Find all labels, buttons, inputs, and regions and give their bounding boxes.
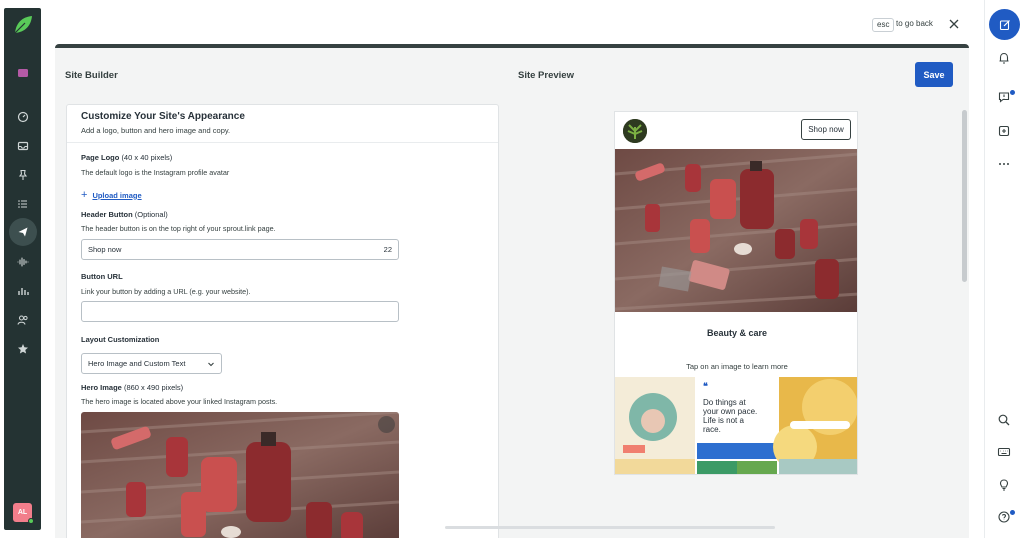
plant-logo-icon	[623, 119, 647, 143]
header-button-optional: (Optional)	[134, 210, 168, 219]
header-button-help: The header button is on the top right of…	[81, 224, 276, 233]
header-button-value: Shop now	[88, 245, 122, 254]
preview-posts: ❝ Do things at your own pace. Life is no…	[615, 377, 857, 474]
help-notification-dot	[1010, 510, 1015, 515]
pin-icon[interactable]	[10, 162, 35, 187]
preview-hero-photo	[615, 149, 857, 312]
listening-icon[interactable]	[10, 249, 35, 274]
edit-icon	[999, 19, 1010, 30]
publishing-icon[interactable]	[8, 218, 37, 246]
reviews-icon[interactable]	[10, 336, 35, 361]
preview-hero-image	[615, 149, 857, 312]
more-icon[interactable]	[997, 157, 1011, 171]
page-logo-label-text: Page Logo	[81, 153, 120, 162]
layout-select[interactable]: Hero Image and Custom Text	[81, 353, 222, 374]
keyboard-icon[interactable]	[997, 445, 1011, 459]
left-nav: AL	[4, 8, 41, 530]
plus-icon: +	[81, 189, 88, 201]
button-url-label: Button URL	[81, 272, 123, 281]
panel-header: Customize Your Site's Appearance Add a l…	[67, 105, 498, 143]
avatar-initials: AL	[17, 509, 28, 516]
vertical-scrollbar[interactable]	[962, 110, 967, 282]
search-icon[interactable]	[997, 413, 1011, 427]
hero-image-thumbnail[interactable]	[81, 412, 399, 538]
panel-subtitle: Add a logo, button and hero image and co…	[81, 126, 231, 135]
reports-icon[interactable]	[10, 278, 35, 303]
avatar[interactable]: AL	[13, 503, 34, 524]
button-url-input[interactable]	[81, 301, 399, 322]
hero-image-label: Hero Image (860 x 490 pixels)	[81, 383, 183, 392]
preview-title: Beauty & care	[706, 328, 768, 338]
inbox-icon[interactable]	[10, 133, 35, 158]
go-back-text: to go back	[896, 19, 933, 28]
post-tile-3	[773, 377, 857, 474]
sprout-logo-icon[interactable]	[12, 14, 34, 36]
customize-panel: Customize Your Site's Appearance Add a l…	[66, 104, 499, 538]
people-icon[interactable]	[10, 307, 35, 332]
preview-post-grid: ❝ Do things at your own pace. Life is no…	[615, 377, 857, 474]
dashboard-icon[interactable]	[10, 104, 35, 129]
help-icon[interactable]	[997, 510, 1011, 524]
compose-button[interactable]	[989, 9, 1020, 40]
button-url-help: Link your button by adding a URL (e.g. y…	[81, 287, 251, 296]
compose-folder-icon[interactable]	[10, 60, 35, 85]
hero-image-help: The hero image is located above your lin…	[81, 397, 278, 406]
post-tile-2: ❝ Do things at your own pace. Life is no…	[697, 377, 777, 474]
quote-line-2: your own pace.	[703, 407, 757, 416]
close-icon[interactable]	[947, 17, 961, 31]
page-logo-size-hint: (40 x 40 pixels)	[121, 153, 173, 162]
upload-image-label: Upload image	[92, 190, 142, 200]
hero-image-size-hint: (860 x 490 pixels)	[123, 383, 184, 392]
preview-tap-text: Tap on an image to learn more	[686, 362, 788, 371]
hero-image-label-text: Hero Image	[81, 383, 122, 392]
quote-line-1: Do things at	[703, 398, 746, 407]
panel-title: Customize Your Site's Appearance	[81, 111, 245, 122]
top-strip	[41, 8, 984, 44]
app-root: AL esc to go back Site Builder Site Prev…	[0, 0, 1024, 538]
layout-customization-label: Layout Customization	[81, 335, 160, 344]
online-status-dot	[28, 518, 34, 524]
upload-image-link[interactable]: + Upload image	[81, 189, 142, 201]
save-button[interactable]: Save	[915, 62, 953, 87]
layout-select-value: Hero Image and Custom Text	[88, 359, 186, 368]
site-builder-modal: Site Builder Site Preview Save Customize…	[55, 44, 969, 538]
site-preview: Shop now Beauty & care Tap on an image t…	[614, 111, 858, 475]
page-logo-label: Page Logo (40 x 40 pixels)	[81, 153, 172, 162]
chevron-down-icon	[208, 362, 214, 366]
svg-text:❝: ❝	[703, 381, 708, 391]
preview-shop-now-button[interactable]: Shop now	[801, 119, 851, 140]
header-button-input[interactable]: Shop now 22	[81, 239, 399, 260]
header-button-label: Header Button (Optional)	[81, 210, 168, 219]
site-builder-title: Site Builder	[65, 70, 118, 81]
post-tile-1	[615, 377, 695, 474]
preview-avatar	[623, 119, 647, 143]
header-button-label-text: Header Button	[81, 210, 133, 219]
lightbulb-icon[interactable]	[997, 478, 1011, 492]
esc-key-hint: esc	[872, 18, 895, 32]
hero-photo	[81, 412, 399, 538]
add-icon[interactable]	[997, 124, 1011, 138]
remove-hero-button[interactable]	[378, 416, 395, 433]
char-count: 22	[383, 245, 392, 254]
site-preview-title: Site Preview	[518, 70, 574, 81]
page-logo-help: The default logo is the Instagram profil…	[81, 168, 230, 177]
right-sidebar	[984, 0, 1024, 538]
bell-icon[interactable]	[997, 51, 1011, 65]
quote-line-3: Life is not a	[703, 416, 744, 425]
feedback-icon[interactable]	[997, 90, 1011, 104]
quote-line-4: race.	[703, 425, 721, 434]
tasks-icon[interactable]	[10, 191, 35, 216]
notification-dot	[1010, 90, 1015, 95]
horizontal-scrollbar[interactable]	[445, 526, 775, 529]
